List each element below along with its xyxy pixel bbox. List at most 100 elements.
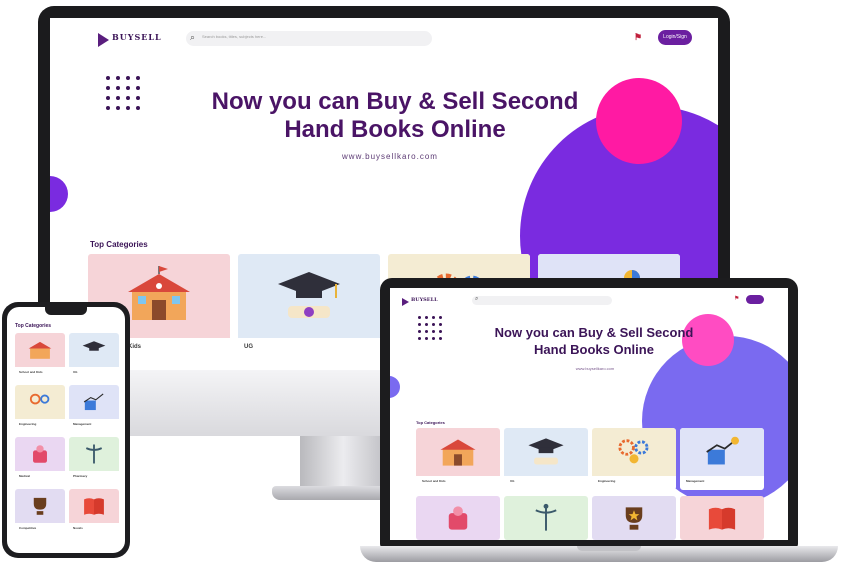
section-title: Top Categories (416, 420, 445, 425)
category-label: UG (73, 370, 78, 374)
category-image (504, 428, 588, 476)
category-label: UG (244, 344, 253, 350)
notification-icon[interactable]: ⚑ (634, 32, 644, 42)
graduation-cap-icon (528, 438, 564, 465)
graduation-cap-icon (82, 341, 106, 351)
category-card[interactable]: Management (680, 428, 764, 490)
graduation-cap-icon (278, 272, 340, 318)
product-mockup: BUYSELL ⌕ Search books, titles, subjects… (0, 0, 848, 572)
category-label: Pharmacy (73, 474, 88, 478)
hero-url[interactable]: www.buysellkaro.com (540, 366, 650, 371)
category-image (592, 496, 676, 540)
management-chart-icon (83, 393, 104, 411)
category-card[interactable]: Competitive (15, 489, 65, 535)
section-title: Top Categories (15, 323, 52, 329)
hero-url[interactable]: www.buysellkaro.com (290, 152, 490, 161)
category-card[interactable] (416, 496, 500, 540)
category-image (238, 254, 380, 338)
book-icon (84, 498, 104, 515)
category-card[interactable]: School and Kids (416, 428, 500, 490)
site-logo[interactable]: BUYSELL (98, 30, 161, 48)
school-building-icon (128, 266, 190, 320)
category-image (69, 489, 119, 523)
category-label: School and Kids (19, 370, 43, 374)
phone-notch (45, 307, 87, 315)
decor-dots (106, 76, 140, 110)
login-button[interactable]: Login/Sign (658, 30, 692, 45)
category-image (69, 333, 119, 367)
category-card[interactable]: UG (69, 333, 119, 379)
category-label: Management (686, 479, 705, 483)
category-image (15, 489, 65, 523)
hero-title: Now you can Buy & Sell Second Hand Books… (494, 325, 694, 357)
trophy-icon (33, 497, 47, 515)
decor-left-half-circle (390, 376, 400, 398)
category-image (592, 428, 676, 476)
category-image (15, 333, 65, 367)
category-image (416, 496, 500, 540)
category-card[interactable]: UG (504, 428, 588, 490)
caduceus-icon (85, 444, 103, 464)
category-card[interactable]: Pharmacy (69, 437, 119, 483)
smartphone: Top Categories School and Kids UG Engine… (2, 302, 130, 558)
category-card[interactable]: Management (69, 385, 119, 431)
category-label: Novels (73, 526, 83, 530)
category-label: Medical (19, 474, 31, 478)
category-image (504, 496, 588, 540)
laptop: BUYSELL ⌕ ⚑ Now you can Buy & Sell Secon… (380, 278, 798, 548)
phone-screen: Top Categories School and Kids UG Engine… (7, 307, 125, 553)
category-image (15, 437, 65, 471)
management-chart-icon (706, 436, 739, 465)
category-image (680, 496, 764, 540)
category-card[interactable]: Medical (15, 437, 65, 483)
category-label: School and Kids (422, 479, 446, 483)
login-button[interactable] (746, 295, 764, 304)
school-building-icon (28, 341, 52, 359)
decor-pink-circle (596, 78, 682, 164)
search-input[interactable]: ⌕ (472, 296, 612, 305)
medical-icon (33, 445, 47, 463)
search-icon: ⌕ (190, 32, 196, 42)
caduceus-icon (535, 503, 557, 531)
category-image (15, 385, 65, 419)
engineering-gears-icon (29, 393, 50, 405)
category-card[interactable] (504, 496, 588, 540)
category-card[interactable] (680, 496, 764, 540)
search-placeholder: Search books, titles, subjects here... (202, 34, 267, 39)
laptop-screen: BUYSELL ⌕ ⚑ Now you can Buy & Sell Secon… (390, 288, 788, 540)
category-card[interactable] (592, 496, 676, 540)
hero-title: Now you can Buy & Sell Second Hand Books… (211, 88, 579, 143)
category-card[interactable]: Engineering (592, 428, 676, 490)
logo-mark-icon (402, 298, 409, 306)
book-icon (708, 507, 736, 530)
decor-left-half-circle (50, 176, 68, 212)
category-label: Engineering (598, 479, 616, 483)
logo-text: BUYSELL (411, 297, 438, 303)
engineering-gears-icon (618, 439, 649, 464)
section-title: Top Categories (90, 240, 148, 249)
category-image (416, 428, 500, 476)
decor-dots (418, 316, 442, 340)
category-card[interactable]: Engineering (15, 385, 65, 431)
category-image (69, 437, 119, 471)
category-image (680, 428, 764, 476)
category-label: Engineering (19, 422, 37, 426)
search-icon: ⌕ (475, 296, 479, 302)
category-label: Management (73, 422, 92, 426)
search-input[interactable]: ⌕ Search books, titles, subjects here... (186, 31, 432, 46)
category-card[interactable]: Novels (69, 489, 119, 535)
laptop-hinge-notch (577, 546, 641, 551)
category-label: UG (510, 479, 515, 483)
logo-text: BUYSELL (112, 32, 162, 42)
category-label: Competitive (19, 526, 37, 530)
trophy-icon (625, 507, 643, 530)
category-image (69, 385, 119, 419)
logo-mark-icon (98, 33, 109, 47)
notification-icon[interactable]: ⚑ (734, 295, 739, 302)
site-logo[interactable]: BUYSELL (402, 296, 442, 306)
medical-icon (448, 506, 468, 530)
category-card[interactable]: School and Kids (15, 333, 65, 379)
desktop-navbar: BUYSELL ⌕ Search books, titles, subjects… (50, 18, 718, 58)
category-card[interactable]: UG (238, 254, 380, 370)
school-building-icon (440, 439, 476, 466)
